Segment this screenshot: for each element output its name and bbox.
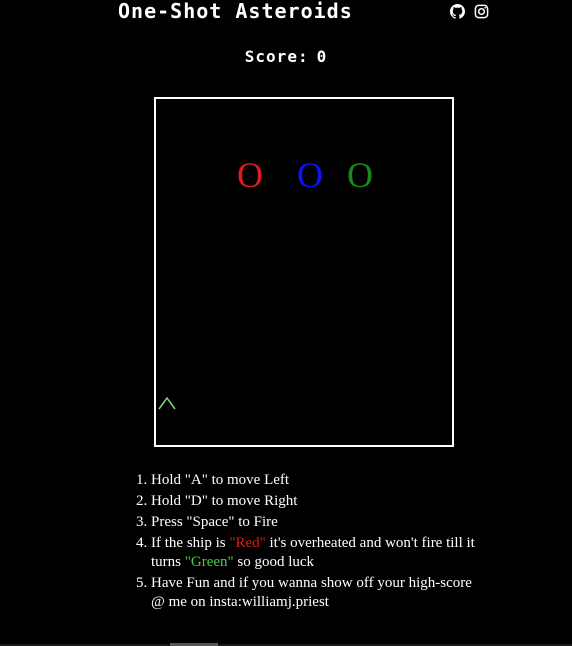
list-item: If the ship is "Red" it's overheated and… [151,534,481,572]
header: One-Shot Asteroids [0,0,572,26]
score-display: Score: 0 [0,47,572,67]
score-label: Score: [244,47,309,66]
game-board[interactable]: O O O [154,97,454,447]
instruction-text: Press "Space" to Fire [151,514,278,530]
score-value: 0 [316,47,328,66]
list-item: Have Fun and if you wanna show off your … [151,574,481,612]
github-icon [449,3,465,19]
page-title: One-Shot Asteroids [118,0,353,23]
asteroid-red: O [237,155,263,195]
list-item: Press "Space" to Fire [151,513,481,532]
player-ship [158,396,176,410]
instruction-text: Hold "A" to move Left [151,472,290,488]
instructions-list: Hold "A" to move Left Hold "D" to move R… [133,471,481,614]
github-link[interactable] [449,3,465,19]
asteroid-blue: O [297,155,323,195]
instruction-text: Have Fun and if you wanna show off your … [151,575,472,610]
asteroid-green: O [347,155,373,195]
instagram-link[interactable] [473,3,489,19]
green-status-word: "Green" [184,554,234,570]
instruction-text: Hold "D" to move Right [151,493,298,509]
instagram-icon [474,4,488,18]
instruction-text: so good luck [233,554,315,570]
list-item: Hold "A" to move Left [151,471,481,490]
instruction-text: If the ship is [151,535,230,551]
list-item: Hold "D" to move Right [151,492,481,511]
red-status-word: "Red" [229,535,266,551]
